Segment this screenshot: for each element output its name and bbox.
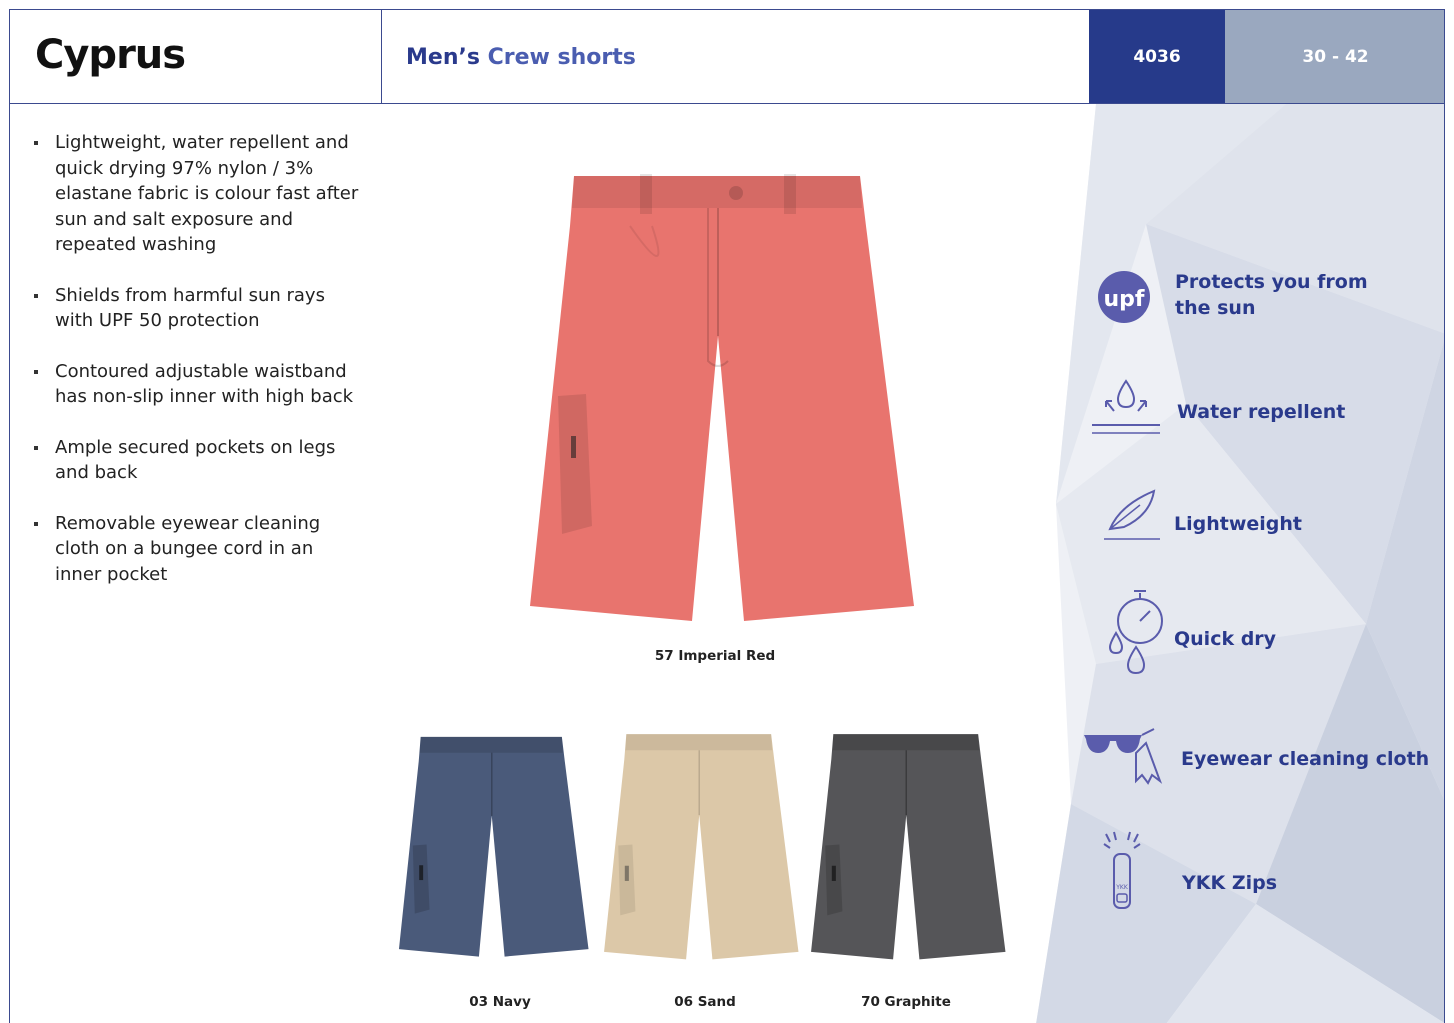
header-bar: Cyprus Men’s Crew shorts 4036 30 - 42 <box>10 10 1444 104</box>
benefit-label: YKK Zips <box>1182 872 1278 894</box>
subtitle-prefix: Men’s <box>406 45 480 70</box>
colour-label: 57 Imperial Red <box>654 648 776 664</box>
shorts-image-imperial-red <box>530 174 914 621</box>
colour-label: 06 Sand <box>674 994 736 1010</box>
benefit-label: Quick dry <box>1174 628 1277 650</box>
water-repellent-icon <box>1092 379 1160 434</box>
benefit-label: Lightweight <box>1174 513 1302 535</box>
zip-pull-icon: YKK <box>1103 831 1141 909</box>
benefit-label: Protects you from the sun <box>1175 271 1368 319</box>
shorts-image-sand <box>604 734 799 960</box>
catalog-page: Cyprus Men’s Crew shorts 4036 30 - 42 Li… <box>9 9 1445 1023</box>
feature-item: Contoured adjustable waistband has non-s… <box>24 359 364 410</box>
zip-pull-icon-text: YKK <box>1115 884 1129 891</box>
size-range: 30 - 42 <box>1225 10 1444 103</box>
feature-item: Removable eyewear cleaning cloth on a bu… <box>24 511 364 588</box>
sunglasses-cloth-icon <box>1084 728 1163 785</box>
benefit-label: Water repellent <box>1177 401 1346 423</box>
shorts-image-navy <box>398 736 589 957</box>
upf-icon: upf <box>1098 271 1150 323</box>
feather-icon <box>1104 489 1160 540</box>
colour-label: 70 Graphite <box>861 994 951 1010</box>
shorts-image-graphite <box>811 734 1006 960</box>
feature-list: Lightweight, water repellent and quick d… <box>24 130 364 612</box>
benefit-label: Eyewear cleaning cloth <box>1181 748 1430 770</box>
feature-item: Shields from harmful sun rays with UPF 5… <box>24 283 364 334</box>
upf-icon-text: upf <box>1104 287 1145 312</box>
stopwatch-drops-icon <box>1108 590 1163 675</box>
shorts-shape <box>530 174 914 621</box>
product-name-cell: Cyprus <box>10 10 382 103</box>
style-code: 4036 <box>1089 10 1225 103</box>
product-name: Cyprus <box>35 32 186 78</box>
product-subtitle: Men’s Crew shorts <box>406 45 636 70</box>
feature-item: Lightweight, water repellent and quick d… <box>24 130 364 258</box>
colour-label: 03 Navy <box>469 994 531 1010</box>
subtitle-rest: Crew shorts <box>487 45 636 70</box>
feature-item: Ample secured pockets on legs and back <box>24 435 364 486</box>
